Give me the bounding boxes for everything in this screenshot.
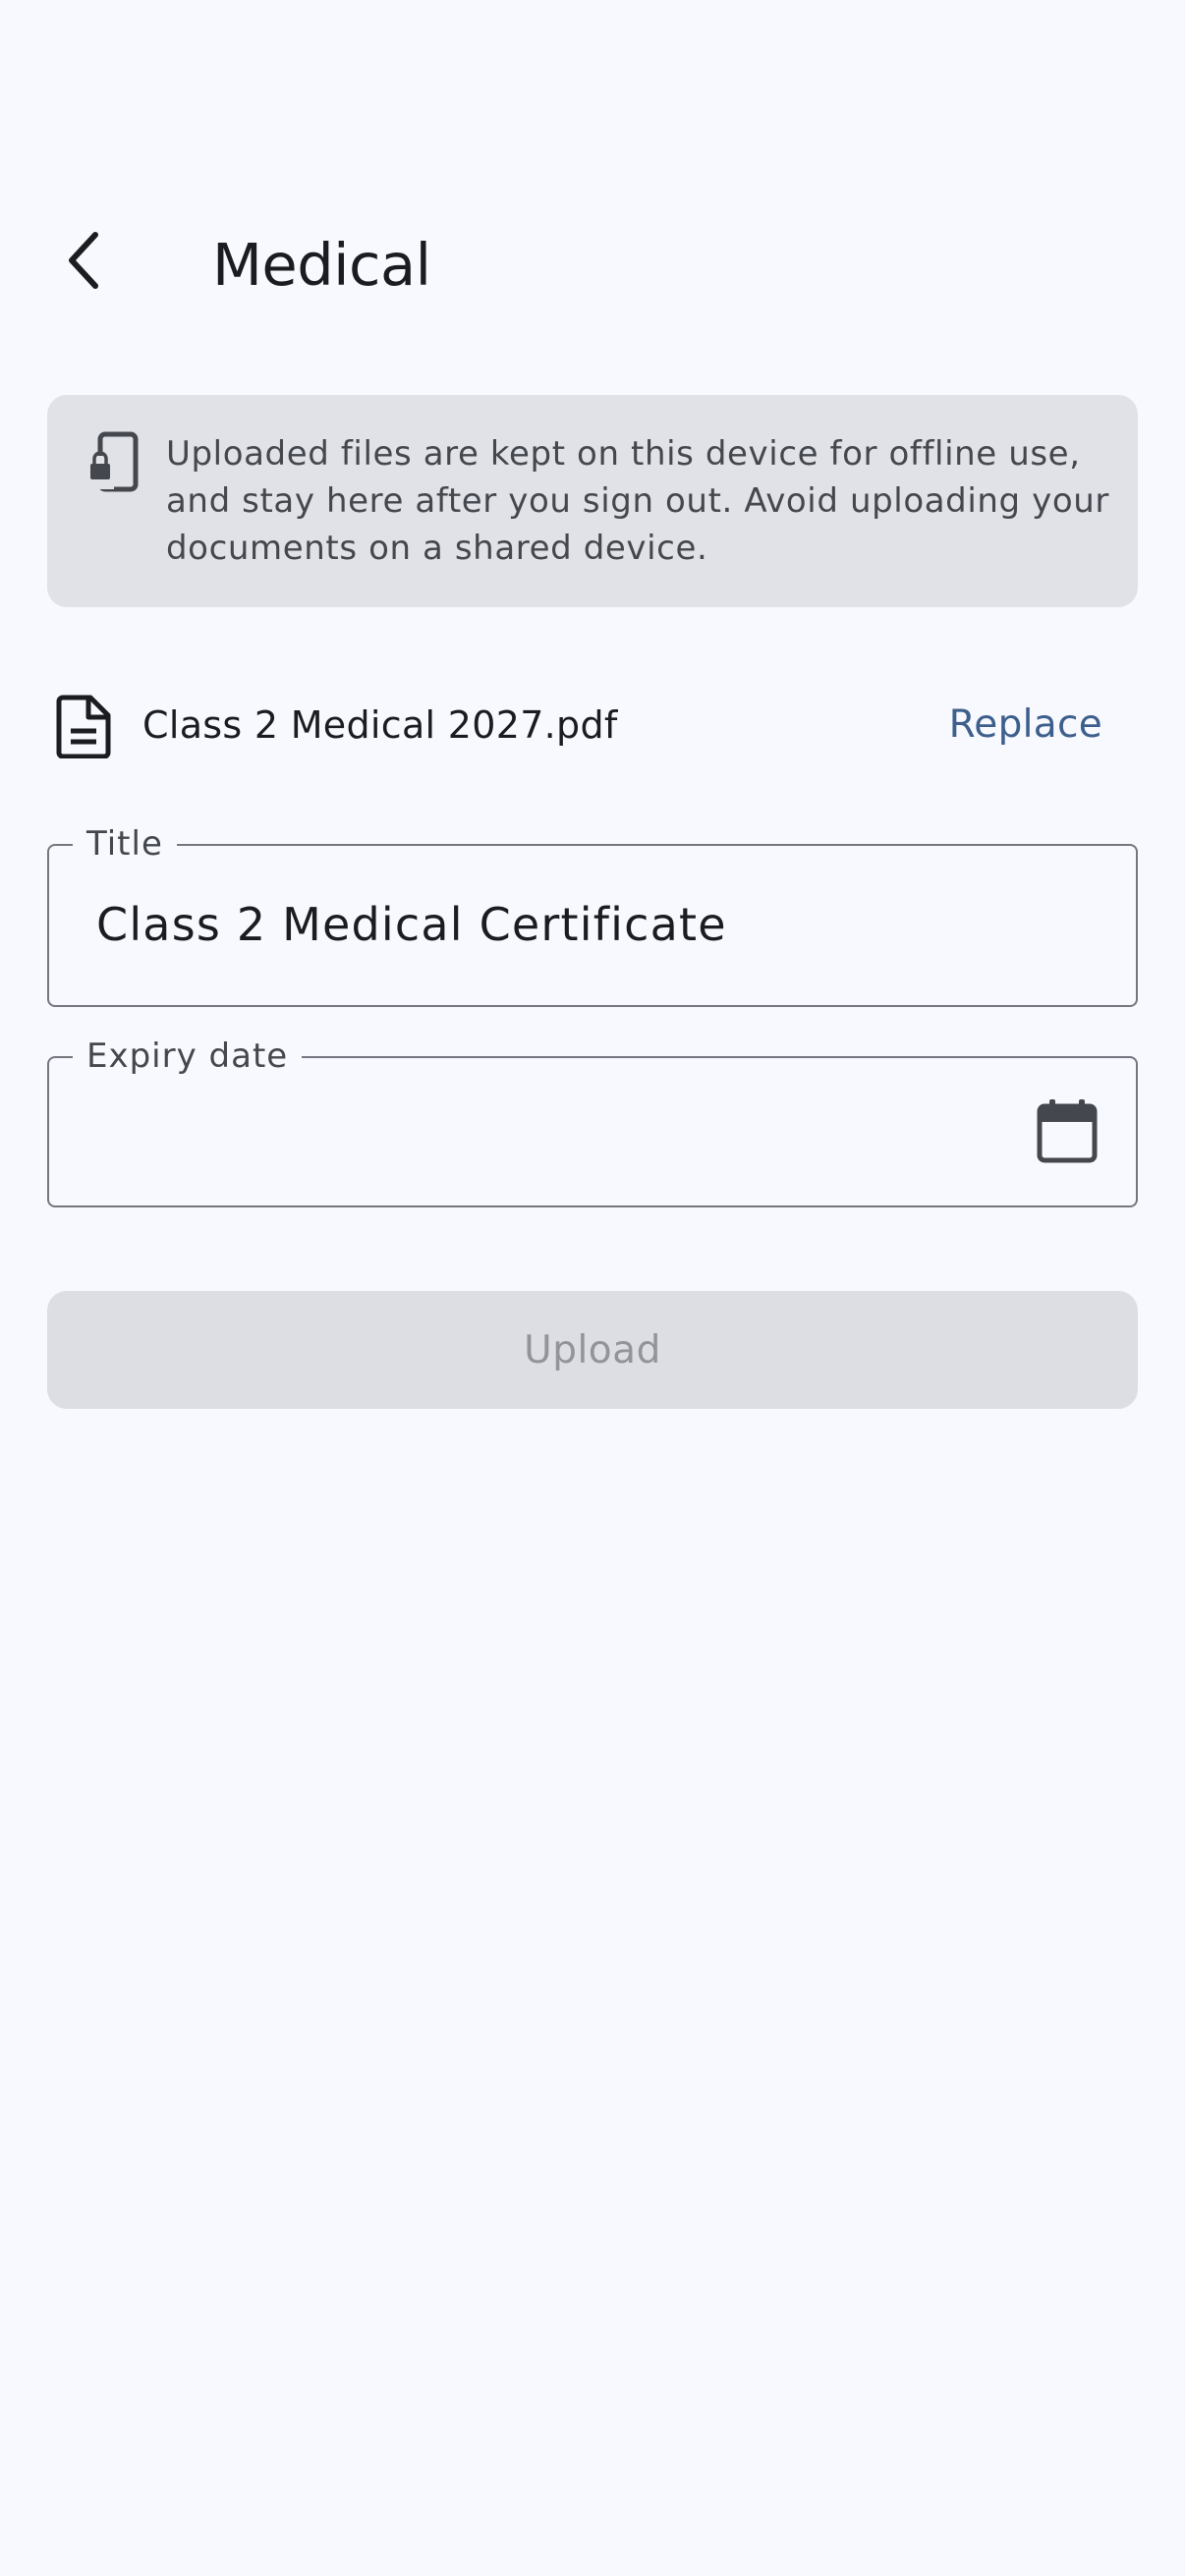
date-picker-button[interactable] (1028, 1092, 1106, 1170)
upload-button-label: Upload (524, 1327, 661, 1372)
expiry-date-field[interactable]: Expiry date (47, 1035, 1138, 1207)
title-field-label: Title (73, 822, 177, 866)
chevron-left-icon (69, 232, 98, 289)
top-app-bar: Medical (0, 196, 1185, 334)
title-field[interactable]: Title Class 2 Medical Certificate (47, 822, 1138, 1007)
selected-file-row: Class 2 Medical 2027.pdf Replace (47, 678, 1138, 772)
replace-button[interactable]: Replace (943, 692, 1108, 758)
offline-storage-notice: Uploaded files are kept on this device f… (47, 395, 1138, 607)
page-title: Medical (212, 231, 431, 299)
title-field-value[interactable]: Class 2 Medical Certificate (96, 895, 727, 954)
upload-button[interactable]: Upload (47, 1291, 1138, 1409)
back-button[interactable] (39, 216, 128, 305)
lock-device-icon (88, 431, 139, 492)
expiry-date-label: Expiry date (73, 1035, 303, 1078)
offline-storage-text: Uploaded files are kept on this device f… (166, 434, 1109, 568)
calendar-icon (1037, 1099, 1098, 1163)
file-name: Class 2 Medical 2027.pdf (142, 703, 618, 747)
document-icon (56, 695, 111, 758)
